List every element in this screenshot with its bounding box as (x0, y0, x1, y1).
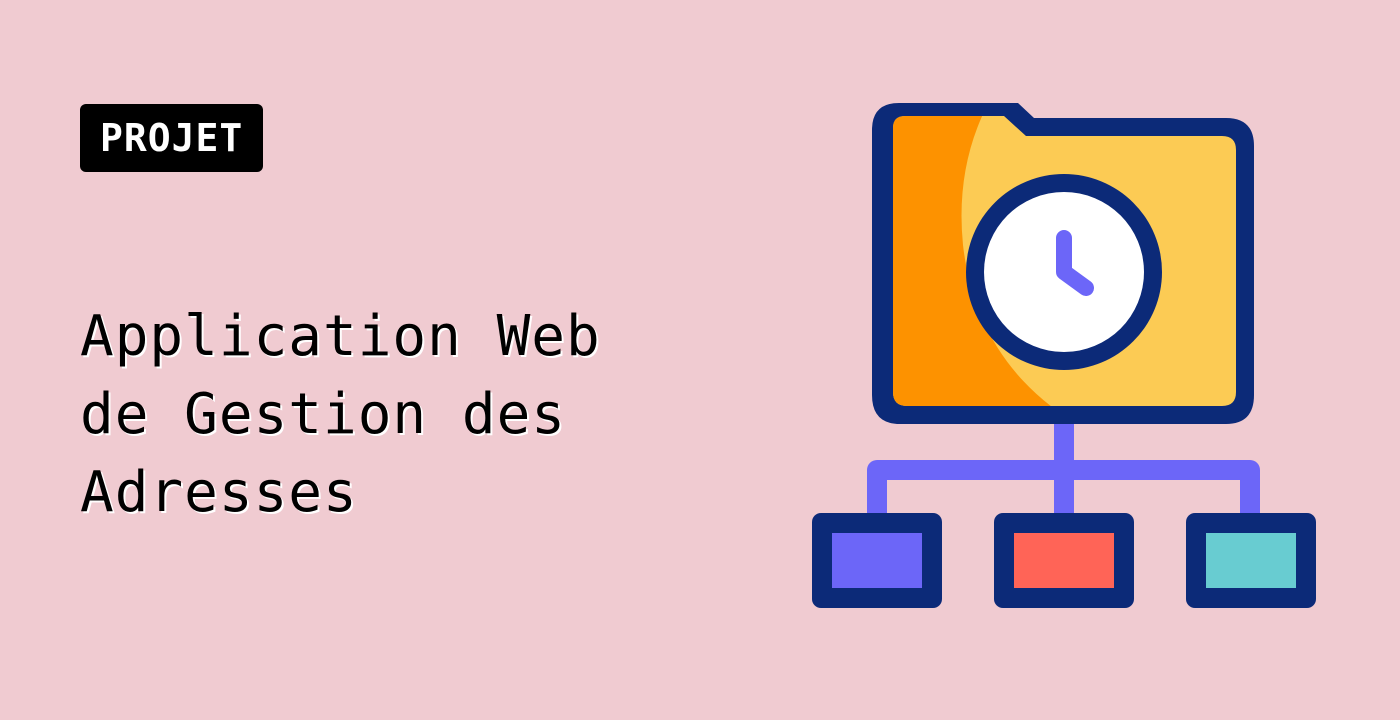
page-title: Application Web de Gestion des Adresses (80, 298, 720, 532)
hierarchy-icon (867, 410, 1260, 515)
folder-hierarchy-illustration (812, 103, 1316, 608)
node-box-left (832, 533, 922, 588)
child-nodes (812, 513, 1316, 608)
hero-banner: PROJET Application Web de Gestion des Ad… (0, 0, 1400, 720)
clock-icon (966, 174, 1162, 370)
title-line-1: Application Web (80, 304, 601, 369)
title-line-3: Adresses (80, 460, 358, 525)
title-line-2: de Gestion des (80, 382, 567, 447)
node-box-right (1206, 533, 1296, 588)
project-badge: PROJET (80, 104, 264, 172)
node-box-middle (1014, 533, 1114, 588)
